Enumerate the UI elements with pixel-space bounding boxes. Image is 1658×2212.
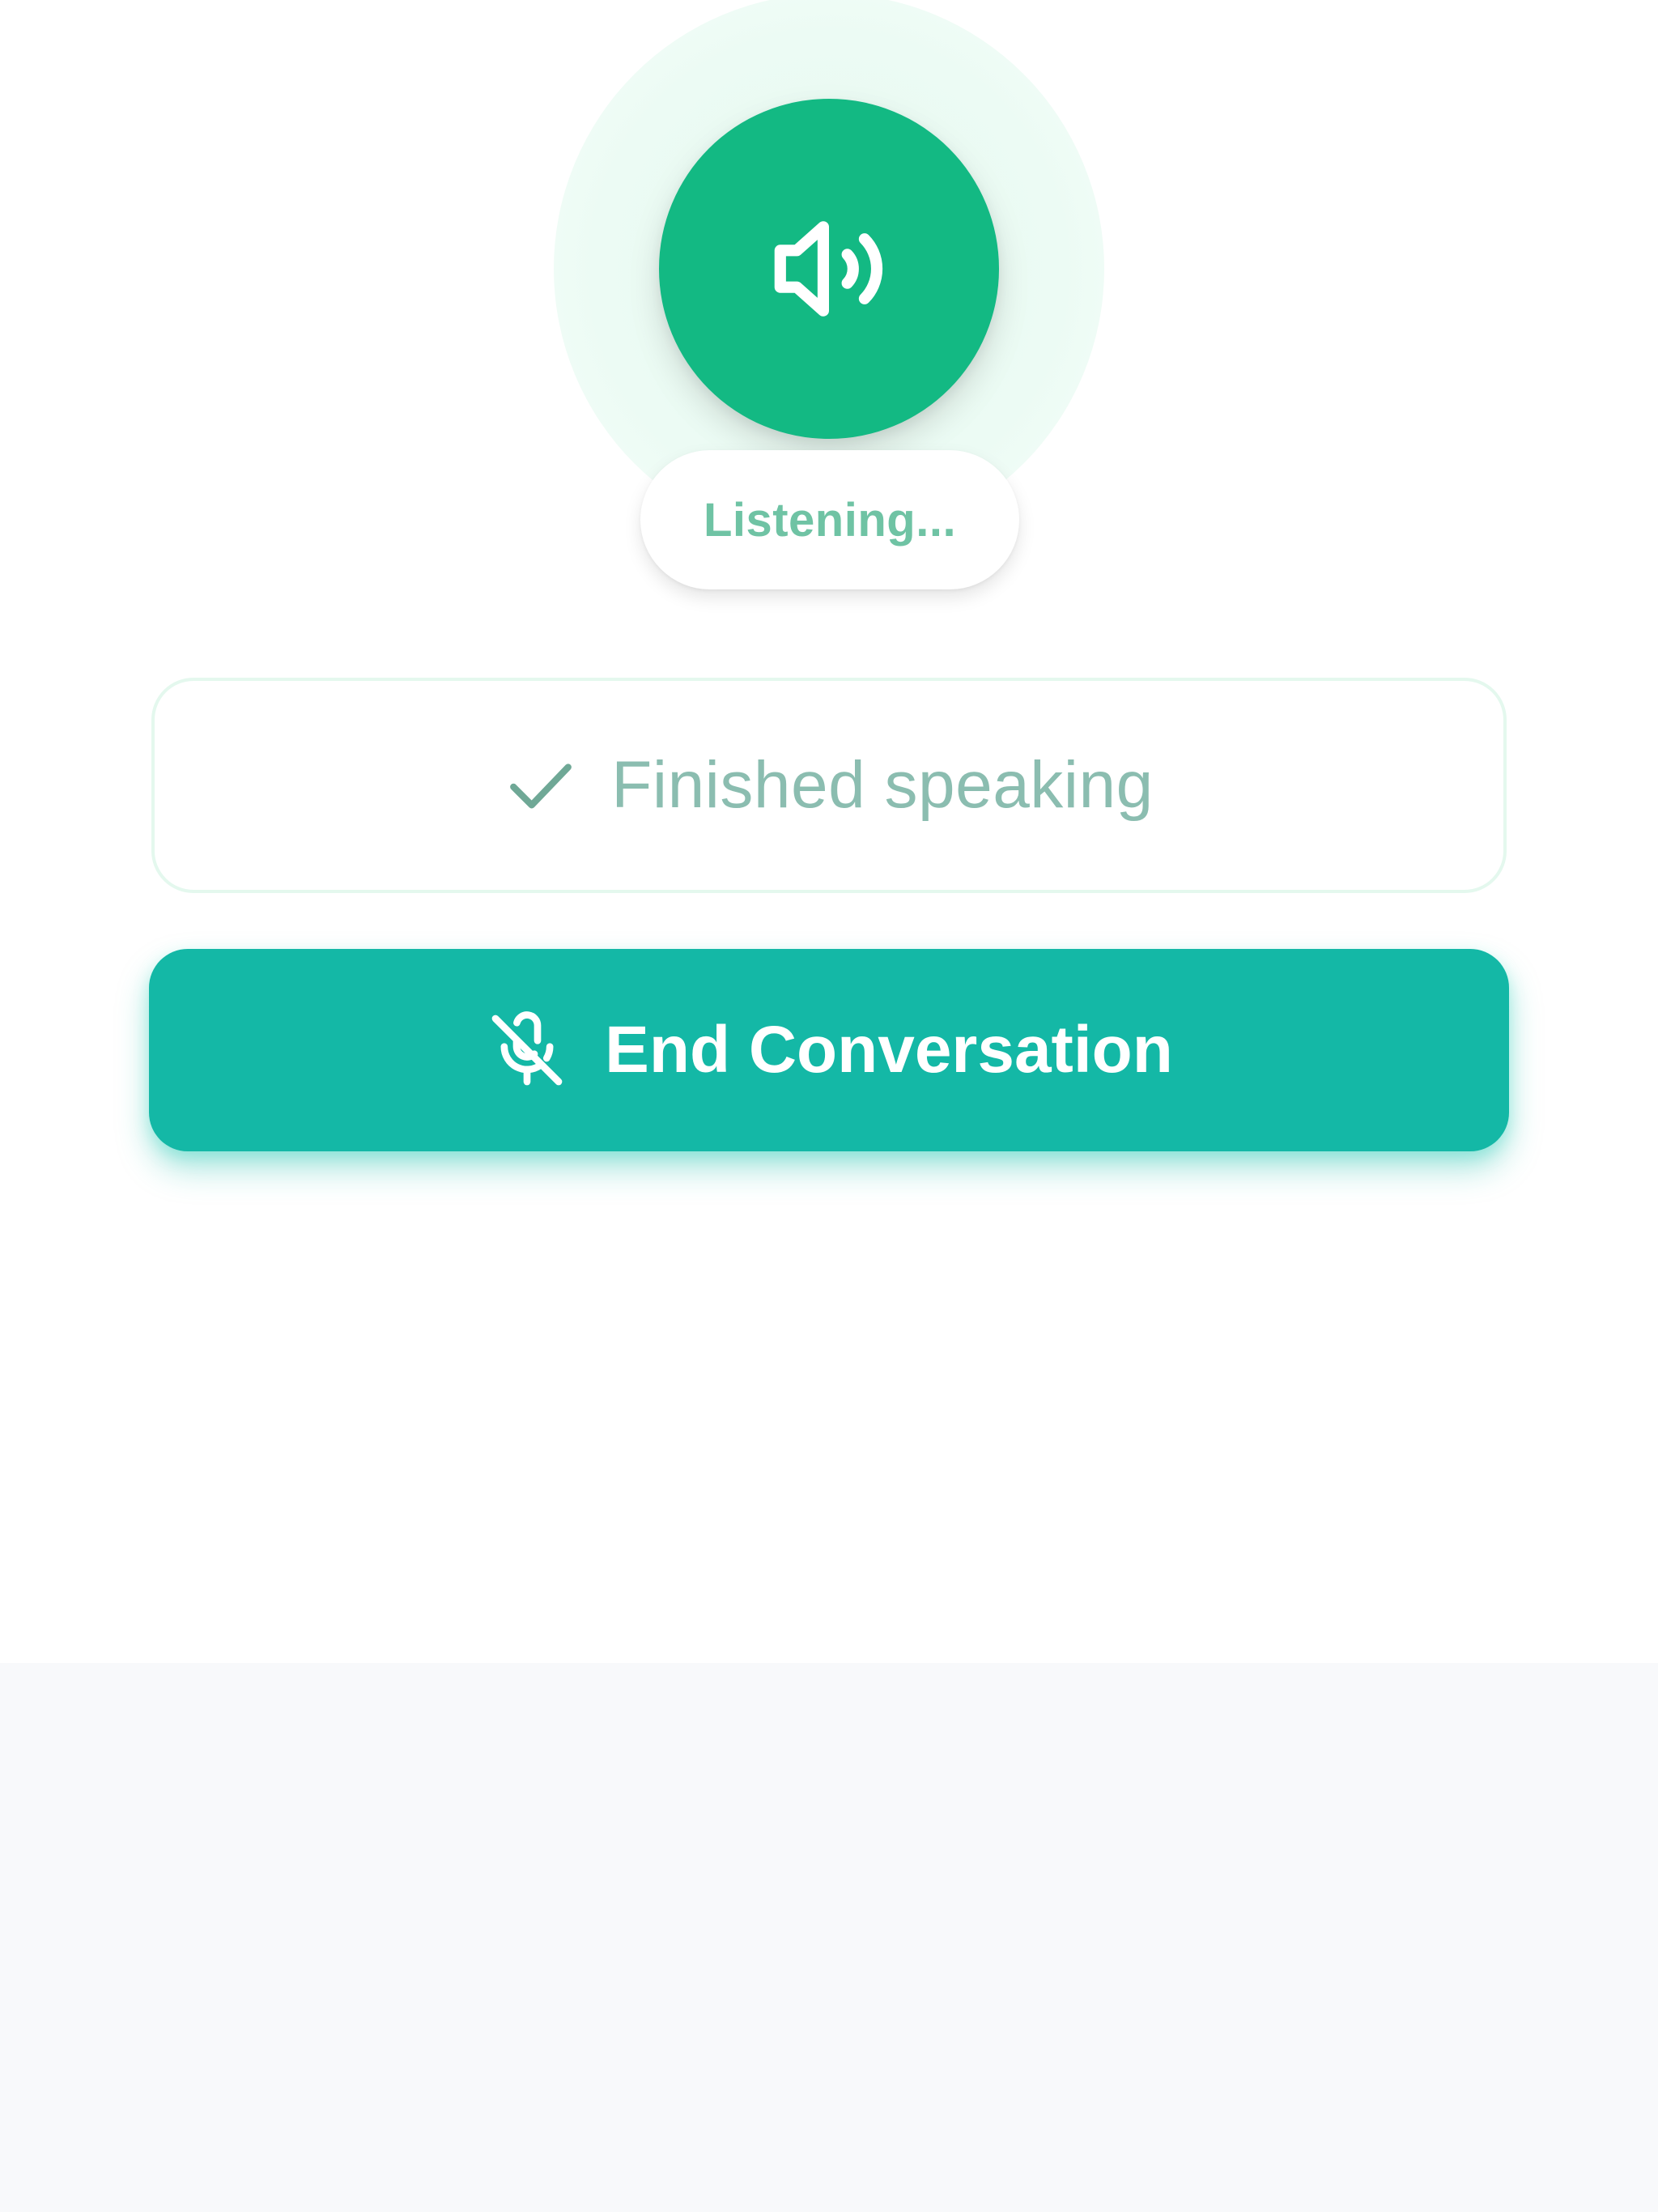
finished-speaking-label: Finished speaking bbox=[611, 748, 1154, 822]
status-label: Listening... bbox=[703, 493, 957, 547]
check-icon bbox=[510, 764, 572, 809]
status-badge: Listening... bbox=[640, 450, 1019, 589]
mic-off-icon bbox=[491, 1011, 563, 1086]
lower-background bbox=[0, 1663, 1658, 2212]
end-conversation-label: End Conversation bbox=[605, 1013, 1173, 1087]
speaker-volume-icon bbox=[774, 221, 883, 317]
speaker-indicator bbox=[659, 99, 999, 439]
finished-speaking-indicator: Finished speaking bbox=[151, 678, 1507, 893]
end-conversation-button[interactable]: End Conversation bbox=[149, 949, 1509, 1151]
